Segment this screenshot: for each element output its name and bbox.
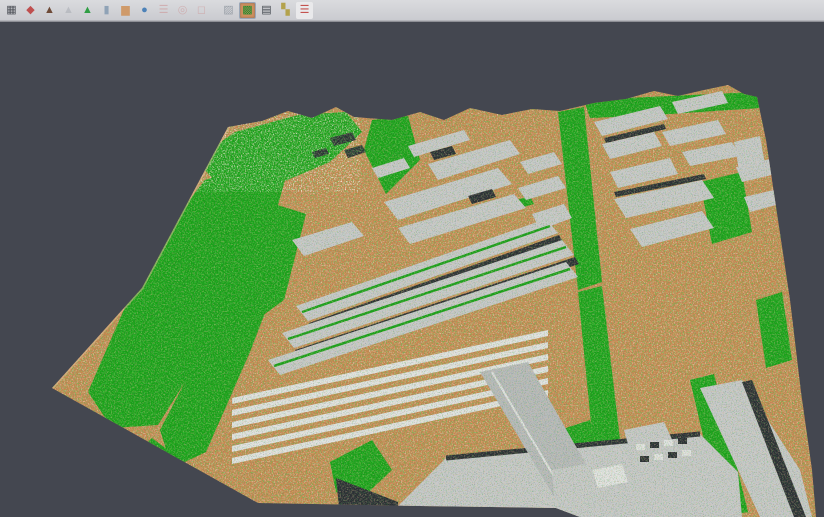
register-points-button[interactable]: ◆ xyxy=(22,2,39,19)
camera-positions-icon: ▤ xyxy=(261,3,271,18)
viewport xyxy=(0,22,824,517)
application-window: ▦ ◆ ▲ ▲ ▲ ▮ ▆ ● ☰ ◎ ◻ ▨ ▩ ▤ ▚ ☰ xyxy=(0,0,824,517)
profile-view-icon: ▮ xyxy=(103,3,109,18)
terrain xyxy=(40,78,824,517)
point-cloud-gray-icon: ▨ xyxy=(223,3,233,18)
measure-tool-icon: ☰ xyxy=(300,3,310,18)
point-cloud-gray-button[interactable]: ▨ xyxy=(220,2,237,19)
terrain-vegetation-button[interactable]: ▲ xyxy=(79,2,96,19)
terrain-flat-button[interactable]: ▲ xyxy=(60,2,77,19)
texture-display-button[interactable]: ▦ xyxy=(3,2,20,19)
circle-select-button[interactable]: ◎ xyxy=(174,2,191,19)
rectangle-select-icon: ◻ xyxy=(197,3,206,18)
terrain-model-button[interactable]: ▲ xyxy=(41,2,58,19)
orthophoto-button[interactable]: ▆ xyxy=(117,2,134,19)
terrain-flat-icon: ▲ xyxy=(63,3,74,18)
point-cloud-3d-scene[interactable] xyxy=(0,22,824,517)
classification-display-button[interactable]: ▩ xyxy=(239,2,256,19)
texture-display-icon: ▦ xyxy=(6,3,16,18)
globe-view-button[interactable]: ● xyxy=(136,2,153,19)
measure-tool-button[interactable]: ☰ xyxy=(296,2,313,19)
layer-list-button[interactable]: ☰ xyxy=(155,2,172,19)
marker-flags-button[interactable]: ▚ xyxy=(277,2,294,19)
circle-select-icon: ◎ xyxy=(178,3,188,18)
orthophoto-icon: ▆ xyxy=(121,3,129,18)
classification-display-icon: ▩ xyxy=(242,3,252,18)
toolbar-separator xyxy=(211,2,219,19)
layer-list-icon: ☰ xyxy=(159,3,169,18)
marker-flags-icon: ▚ xyxy=(281,3,289,18)
camera-positions-button[interactable]: ▤ xyxy=(258,2,275,19)
toolbar: ▦ ◆ ▲ ▲ ▲ ▮ ▆ ● ☰ ◎ ◻ ▨ ▩ ▤ ▚ ☰ xyxy=(0,0,824,21)
register-points-icon: ◆ xyxy=(26,3,34,18)
profile-view-button[interactable]: ▮ xyxy=(98,2,115,19)
terrain-model-icon: ▲ xyxy=(44,3,55,18)
globe-view-icon: ● xyxy=(141,3,148,18)
rectangle-select-button[interactable]: ◻ xyxy=(193,2,210,19)
terrain-vegetation-icon: ▲ xyxy=(82,3,93,18)
